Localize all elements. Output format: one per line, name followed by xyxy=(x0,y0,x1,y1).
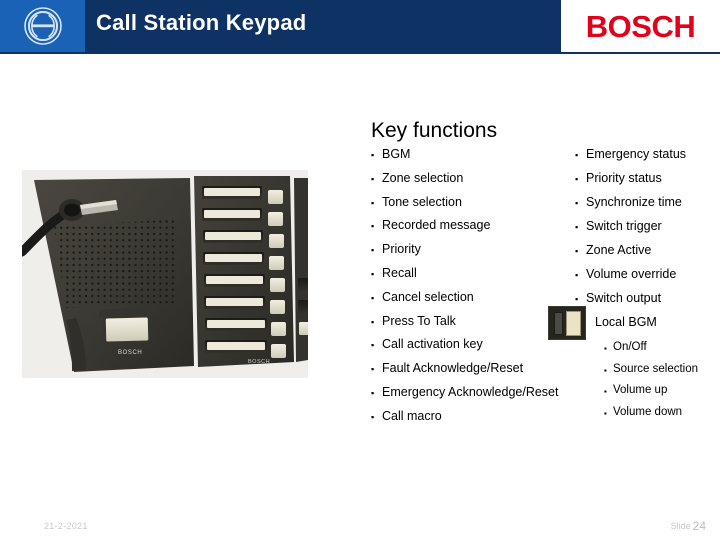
key-function-left-label: Emergency Acknowledge/Reset xyxy=(382,384,559,399)
key-function-left-item: ▪ Emergency Acknowledge/Reset xyxy=(371,385,576,409)
slide-label: Slide xyxy=(670,521,691,531)
key-function-left-label: Call activation key xyxy=(382,337,483,352)
bosch-wordmark: BOSCH xyxy=(585,8,696,44)
key-function-left-label: Call macro xyxy=(382,408,442,423)
key-function-left-label: Recorded message xyxy=(382,218,491,233)
call-station-photo: BOSCH BOSCH xyxy=(22,170,308,378)
bosch-brand-box: BOSCH xyxy=(561,0,720,52)
bullet-icon: ▪ xyxy=(575,270,579,280)
key-function-left-item: ▪ Recall xyxy=(371,266,576,290)
key-function-left-item: ▪ Zone selection xyxy=(371,171,576,195)
thumbnail-dark-key xyxy=(554,312,563,335)
bullet-icon: ▪ xyxy=(371,150,375,160)
section-title: Key functions xyxy=(371,119,498,142)
key-function-left-item: ▪ Press To Talk xyxy=(371,314,576,338)
key-functions-right-column: ▪ Emergency status ▪ Priority status ▪ Synchr… xyxy=(575,147,720,315)
key-function-right-item: ▪ Priority status xyxy=(575,171,720,195)
bullet-icon: ▪ xyxy=(371,292,375,303)
local-bgm-label: On/Off xyxy=(613,341,647,353)
bosch-symbol-icon xyxy=(23,7,62,45)
bullet-icon: ▪ xyxy=(575,198,579,208)
local-bgm-item: ▪ On/Off xyxy=(604,341,720,363)
key-function-left-label: BGM xyxy=(382,147,411,161)
bullet-icon: ▪ xyxy=(371,197,375,208)
slide-number-value: 24 xyxy=(692,519,706,533)
bullet-icon: ▪ xyxy=(371,411,375,422)
page-header: Call Station Keypad BOSCH xyxy=(0,0,720,54)
key-functions-left-column: ▪ BGM ▪ Zone selection ▪ Tone selection ▪ Recor… xyxy=(371,147,576,433)
local-bgm-item: ▪ Volume up xyxy=(604,384,720,406)
local-bgm-item: ▪ Volume down xyxy=(604,406,720,428)
bullet-icon: ▪ xyxy=(604,344,607,353)
key-function-right-label: Synchronize time xyxy=(586,195,682,209)
key-function-left-item: ▪ Fault Acknowledge/Reset xyxy=(371,361,576,385)
bullet-icon: ▪ xyxy=(575,246,579,256)
bullet-icon: ▪ xyxy=(371,387,375,398)
call-station-photo-graphic: BOSCH BOSCH xyxy=(22,170,308,378)
key-function-left-label: Tone selection xyxy=(382,194,462,209)
footer-slide-number: Slide 24 xyxy=(671,519,706,533)
page-title: Call Station Keypad xyxy=(96,10,307,35)
svg-text:BOSCH: BOSCH xyxy=(248,359,270,365)
local-bgm-label: Source selection xyxy=(613,362,699,375)
key-function-left-item: ▪ Tone selection xyxy=(371,195,576,219)
key-function-right-label: Emergency status xyxy=(586,147,687,161)
header-divider-rule xyxy=(0,52,720,54)
bullet-icon: ▪ xyxy=(575,294,579,304)
footer-date: 21-2-2021 xyxy=(44,521,88,531)
key-function-right-label: Zone Active xyxy=(586,243,652,257)
keypad-key-thumbnail-icon xyxy=(548,306,586,340)
key-function-left-item: ▪ Recorded message xyxy=(371,218,576,242)
bullet-icon: ▪ xyxy=(371,221,375,232)
key-function-left-item: ▪ Cancel selection xyxy=(371,290,576,314)
key-function-right-item: ▪ Zone Active xyxy=(575,243,720,267)
bullet-icon: ▪ xyxy=(604,365,607,375)
key-function-left-item: ▪ Call macro xyxy=(371,409,576,433)
key-function-right-label: Volume override xyxy=(586,267,677,281)
key-function-right-label: Switch trigger xyxy=(586,219,662,233)
key-function-right-item: ▪ Synchronize time xyxy=(575,195,720,219)
bullet-icon: ▪ xyxy=(575,174,579,184)
local-bgm-label: Volume up xyxy=(613,384,668,396)
bullet-icon: ▪ xyxy=(575,150,579,160)
local-bgm-label: Local BGM xyxy=(595,315,657,329)
bullet-icon: ▪ xyxy=(371,316,375,327)
key-function-left-label: Fault Acknowledge/Reset xyxy=(382,361,524,376)
key-function-right-item: ▪ Volume override xyxy=(575,267,720,291)
key-function-left-item: ▪ BGM xyxy=(371,147,576,171)
bullet-icon: ▪ xyxy=(371,364,375,375)
bullet-icon: ▪ xyxy=(371,245,375,256)
local-bgm-header: Local BGM xyxy=(548,306,720,342)
bullet-icon: ▪ xyxy=(371,340,375,351)
key-function-left-label: Recall xyxy=(382,265,417,280)
bosch-logo-box xyxy=(0,0,85,52)
key-function-left-label: Press To Talk xyxy=(382,313,456,328)
bullet-icon: ▪ xyxy=(371,268,375,279)
local-bgm-group: Local BGM ▪ On/Off ▪ Source selection ▪ Volum… xyxy=(548,306,720,418)
svg-text:BOSCH: BOSCH xyxy=(118,350,142,356)
bullet-icon: ▪ xyxy=(604,387,607,396)
local-bgm-item: ▪ Source selection xyxy=(604,363,720,385)
key-function-left-item: ▪ Priority xyxy=(371,242,576,266)
key-function-right-label: Priority status xyxy=(586,171,662,185)
local-bgm-sub-list: ▪ On/Off ▪ Source selection ▪ Volume up ▪ Volum… xyxy=(604,341,720,427)
key-function-left-label: Cancel selection xyxy=(382,289,474,304)
key-function-right-item: ▪ Emergency status xyxy=(575,147,720,171)
key-function-left-label: Priority xyxy=(382,242,421,257)
bullet-icon: ▪ xyxy=(575,222,579,232)
key-function-left-item: ▪ Call activation key xyxy=(371,337,576,361)
key-function-left-label: Zone selection xyxy=(382,170,464,185)
bullet-icon: ▪ xyxy=(371,173,375,184)
local-bgm-label: Volume down xyxy=(613,405,683,418)
key-function-right-item: ▪ Switch trigger xyxy=(575,219,720,243)
thumbnail-light-key xyxy=(566,311,581,336)
key-function-right-label: Switch output xyxy=(586,291,662,305)
bullet-icon: ▪ xyxy=(604,408,607,418)
